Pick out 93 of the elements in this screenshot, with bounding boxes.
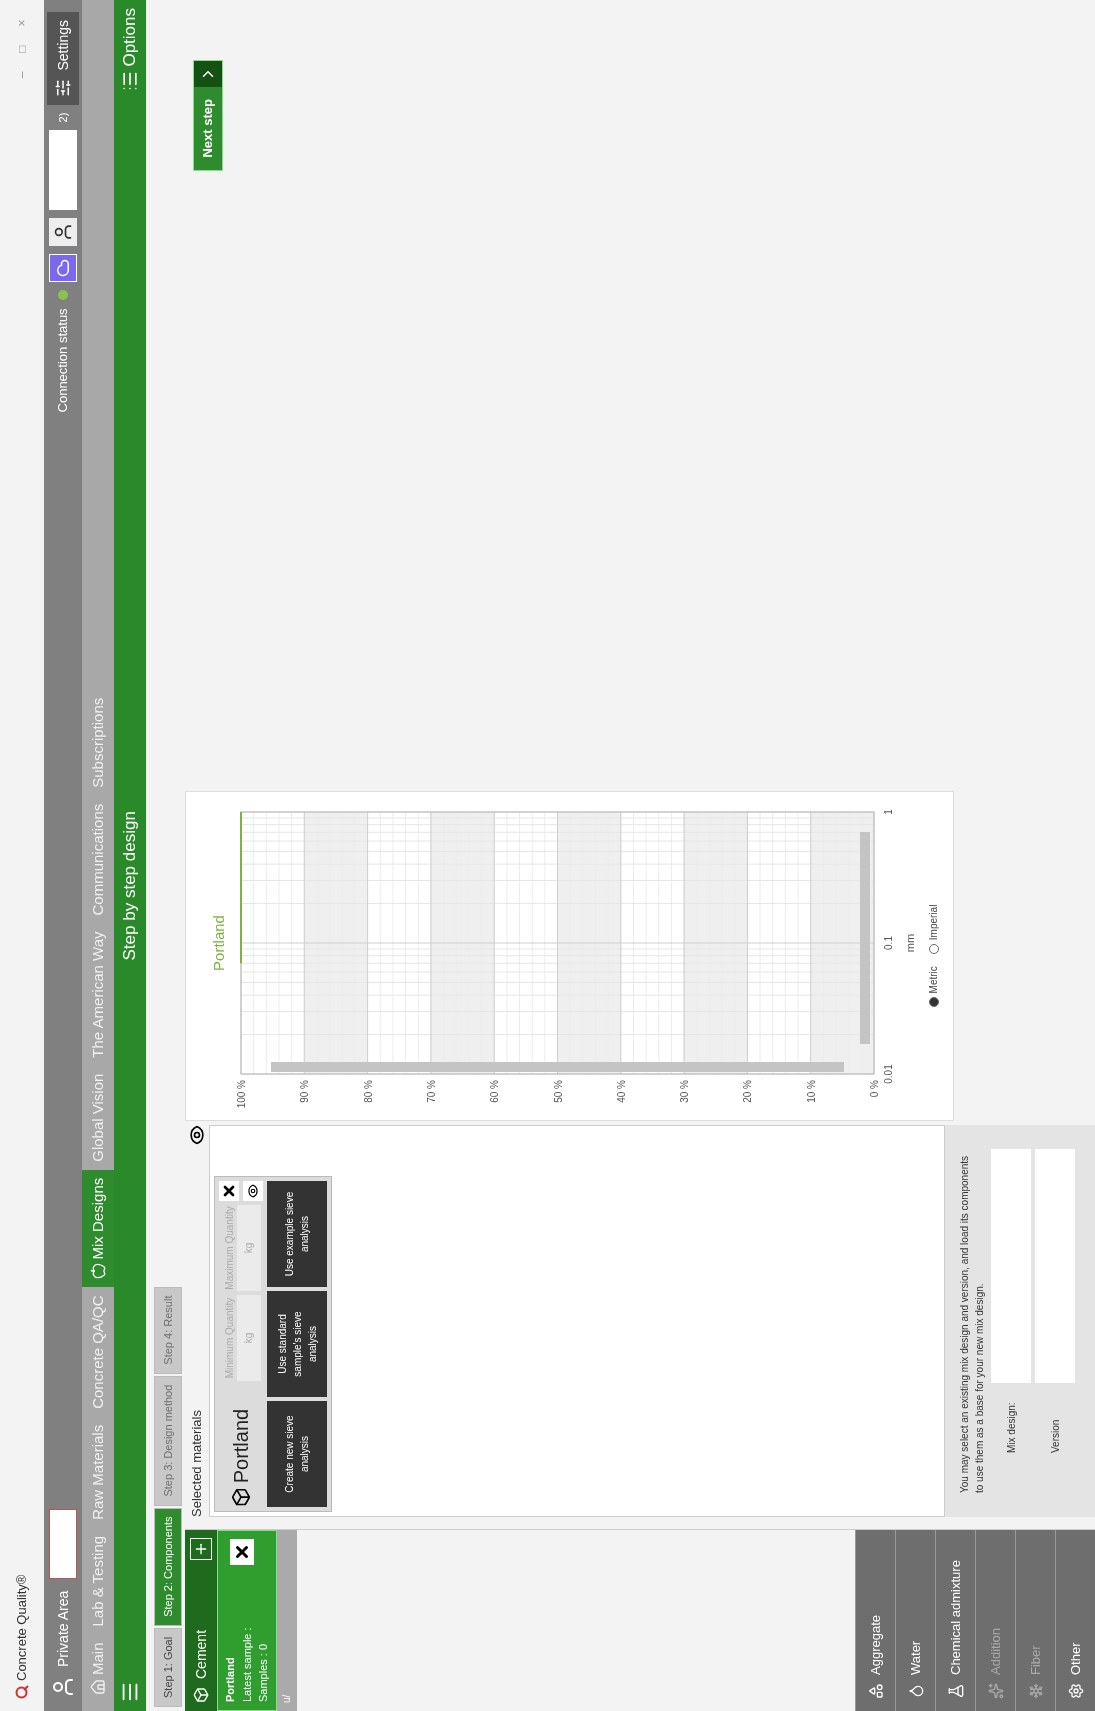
radio-label: Imperial	[927, 904, 940, 941]
field-label: Mix design:	[1004, 1401, 1018, 1453]
unit-radio[interactable]: Imperial	[926, 904, 941, 955]
cloud-button[interactable]	[49, 254, 77, 283]
shapes-icon	[867, 1683, 884, 1699]
close-icon	[221, 1183, 237, 1199]
view-button[interactable]	[243, 1181, 263, 1201]
axis-tick-label: 0.01	[883, 1064, 894, 1084]
eye-icon	[246, 1184, 260, 1198]
sparkles-icon	[987, 1683, 1004, 1699]
help-text: 2)	[55, 112, 70, 123]
scrollbar[interactable]	[860, 832, 870, 1044]
nav-tab[interactable]: Lab & Testing	[82, 1527, 114, 1635]
window-control[interactable]: □	[13, 38, 31, 60]
window-control[interactable]: –	[13, 64, 31, 86]
axis-tick-label: 0 %	[869, 1080, 880, 1098]
nav-tab[interactable]: Global Vision	[82, 1065, 114, 1170]
unit-radio[interactable]: Metric	[926, 966, 941, 1008]
input-field[interactable]	[991, 1149, 1031, 1383]
nav-tab[interactable]: The American Way	[82, 923, 114, 1066]
list-row[interactable]: u/	[276, 1530, 297, 1711]
input-field[interactable]	[49, 1508, 77, 1579]
nav-tab[interactable]: Raw Materials	[82, 1416, 114, 1528]
settings-button[interactable]: Settings	[47, 12, 79, 105]
sliders-icon	[54, 78, 72, 97]
plus-icon	[193, 1541, 209, 1557]
category-item[interactable]: Chemical admixture	[935, 1530, 975, 1711]
component-name: Portland	[223, 1656, 237, 1702]
options-button[interactable]: Options	[117, 8, 143, 91]
input-field[interactable]	[49, 130, 77, 211]
axis-tick-label: 100 %	[236, 1080, 247, 1109]
private-area-label: Private Area	[53, 1590, 72, 1667]
next-step-button[interactable]: Next step	[193, 60, 223, 171]
window-control[interactable]: ×	[13, 12, 31, 34]
nav-tab[interactable]: Main	[82, 1634, 114, 1703]
home-icon	[90, 1679, 106, 1695]
axis-tick-label: 40 %	[615, 1080, 627, 1103]
component-detail: Latest sample :	[239, 1626, 254, 1702]
add-button[interactable]	[190, 1538, 212, 1560]
axis-tick-label: 80 %	[362, 1080, 374, 1103]
list-icon	[120, 70, 140, 91]
legend-label: Portland	[210, 915, 227, 971]
category-title: Cement	[191, 1628, 210, 1679]
flask-icon	[947, 1683, 964, 1699]
field-label: Version	[1048, 1418, 1062, 1453]
droplet-icon	[907, 1683, 924, 1699]
input-field[interactable]	[1035, 1149, 1075, 1383]
nav-tab[interactable]: Subscriptions	[82, 689, 114, 796]
axis-tick-label: 10 %	[805, 1080, 817, 1103]
category-item[interactable]: Aggregate	[855, 1530, 895, 1711]
logo-icon	[15, 1685, 29, 1699]
app-title: Concrete Quality®	[13, 1574, 31, 1681]
axis-tick-label: 30 %	[679, 1080, 691, 1103]
component-card[interactable]: Portland Latest sample : Samples : 0	[217, 1530, 277, 1711]
sieve-button[interactable]: Use example sieve analysis	[267, 1181, 327, 1287]
eye-icon[interactable]	[187, 1125, 207, 1145]
section-title: Selected materials	[188, 1409, 206, 1517]
axis-tick-label: 1	[883, 809, 894, 815]
category-item[interactable]: Other	[1055, 1530, 1095, 1711]
axis-tick-label: 90 %	[299, 1080, 311, 1103]
axis-title: mm	[904, 933, 916, 953]
nav-tab[interactable]: Communications	[82, 795, 114, 924]
category-item[interactable]: Water	[895, 1530, 935, 1711]
quantity-field[interactable]: kg	[236, 1205, 261, 1291]
mix-instructions: You may select an existing mix design and version, and load its components to use them as a base for your new mix design.	[958, 1154, 986, 1493]
gear-icon	[1067, 1683, 1084, 1699]
remove-button[interactable]	[219, 1181, 239, 1201]
scrollbar[interactable]	[271, 1062, 844, 1072]
apple-icon	[90, 1263, 106, 1280]
axis-tick-label: 60 %	[489, 1080, 501, 1103]
cube-icon	[193, 1687, 209, 1703]
nav-tab[interactable]: Mix Designs	[82, 1169, 114, 1288]
connection-label: Connection status	[54, 308, 72, 413]
sieve-button[interactable]: Create new sieve analysis	[267, 1401, 327, 1507]
close-icon	[233, 1543, 251, 1561]
nav-tab[interactable]: Concrete QA/QC	[82, 1287, 114, 1417]
step-tab[interactable]: Step 1: Goal	[154, 1627, 182, 1707]
cube-icon	[231, 1487, 251, 1507]
radio-label: Metric	[927, 966, 940, 994]
user-button[interactable]	[49, 218, 77, 247]
material-name: Portland	[229, 1407, 253, 1484]
quantity-field[interactable]: kg	[236, 1295, 261, 1381]
component-detail: Samples : 0	[256, 1642, 270, 1702]
axis-tick-label: 0.1	[883, 936, 894, 950]
axis-tick-label: 50 %	[552, 1080, 564, 1103]
axis-tick-label: 70 %	[425, 1080, 437, 1103]
remove-button[interactable]	[230, 1539, 254, 1565]
cloud-icon	[54, 259, 72, 278]
step-tab[interactable]: Step 2: Components	[154, 1507, 182, 1626]
snowflake-icon	[1027, 1683, 1044, 1699]
axis-tick-label: 20 %	[742, 1080, 754, 1103]
sieve-button[interactable]: Use standard sample's sieve analysis	[267, 1291, 327, 1397]
page-title: Step by step design	[119, 810, 141, 963]
